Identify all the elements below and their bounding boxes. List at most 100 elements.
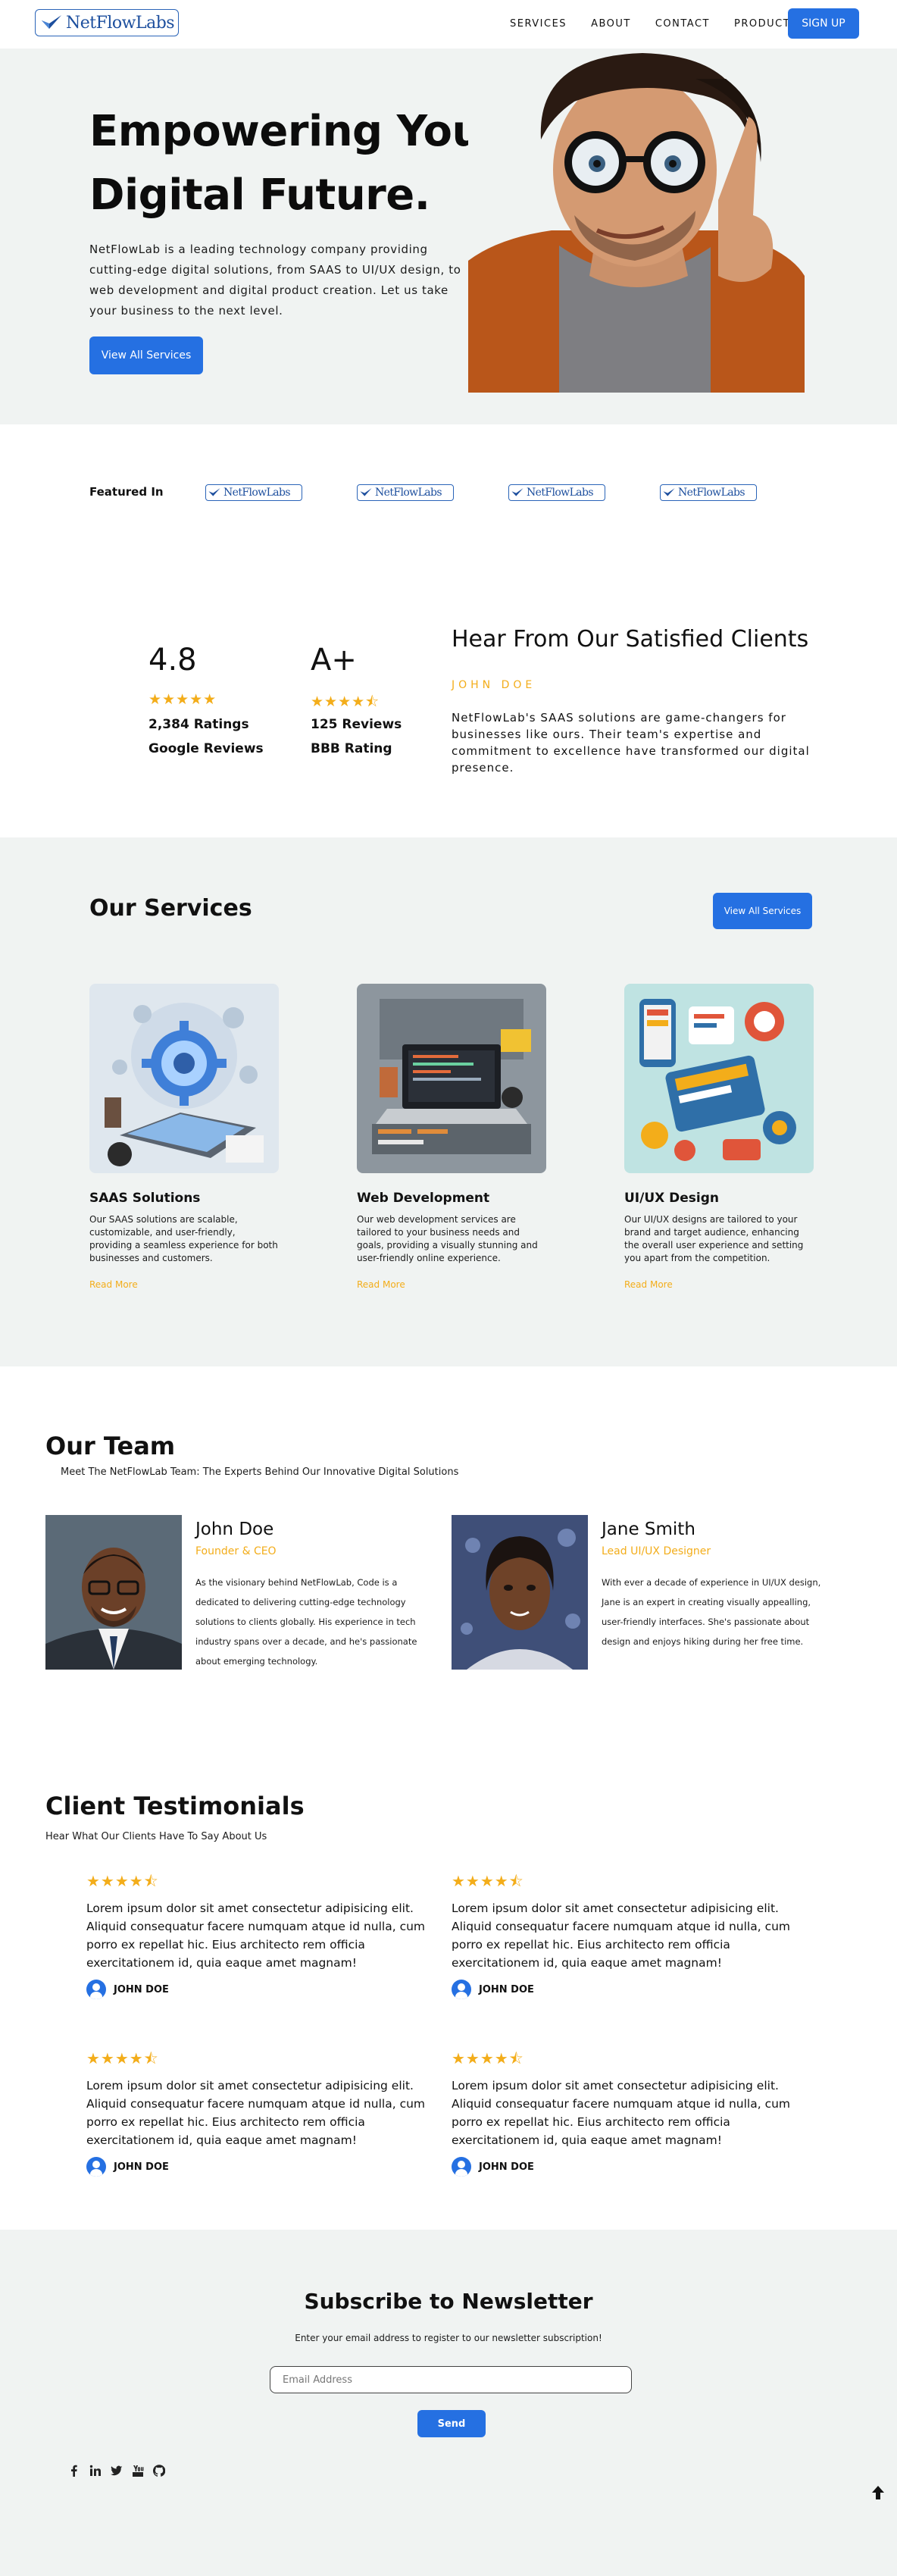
service-title: UI/UX Design bbox=[624, 1191, 720, 1206]
brand-logo[interactable]: NetFlowLabs bbox=[35, 9, 179, 36]
rating-count: 2,384 Ratings bbox=[148, 717, 249, 732]
hero-description: NetFlowLab is a leading technology compa… bbox=[89, 243, 461, 318]
services-section: Our Services View All Services SAAS Solu… bbox=[0, 837, 897, 1366]
featured-logo: NetFlowLabs bbox=[357, 484, 454, 501]
avatar-icon bbox=[452, 1980, 471, 1999]
hero-portrait-image bbox=[468, 49, 805, 393]
star-rating-icon: ★★★★⯪ bbox=[452, 2049, 524, 2067]
clients-heading: Hear From Our Satisfied Clients bbox=[452, 626, 809, 653]
web-development-illustration bbox=[357, 984, 546, 1173]
send-button[interactable]: Send bbox=[417, 2410, 486, 2437]
avatar-icon bbox=[452, 2157, 471, 2177]
testimonials-subheading: Hear What Our Clients Have To Say About … bbox=[45, 1831, 267, 1842]
logo-check-icon bbox=[360, 488, 372, 496]
google-rating-box: 4.8 ★★★★★ 2,384 Ratings Google Reviews bbox=[148, 643, 264, 756]
testimonial-text: Lorem ipsum dolor sit amet consectetur a… bbox=[452, 2079, 791, 2147]
social-links bbox=[68, 2465, 165, 2477]
star-rating-icon: ★★★★⯪ bbox=[311, 693, 380, 710]
rating-source: Google Reviews bbox=[148, 741, 264, 756]
featured-logo-text: NetFlowLabs bbox=[678, 487, 745, 499]
uiux-design-illustration bbox=[624, 984, 814, 1173]
avatar-icon bbox=[86, 1980, 106, 1999]
saas-illustration bbox=[89, 984, 279, 1173]
testimonials-heading: Client Testimonials bbox=[45, 1792, 305, 1820]
team-member-bio: As the visionary behind NetFlowLab, Code… bbox=[195, 1577, 417, 1667]
main-menu: SERVICES ABOUT CONTACT PRODUCTS bbox=[510, 18, 822, 30]
author-name: JOHN DOE bbox=[479, 2161, 534, 2173]
logo-check-icon bbox=[208, 488, 220, 496]
star-rating-icon: ★★★★⯪ bbox=[86, 2049, 159, 2067]
testimonial-author: JOHN DOE bbox=[86, 1980, 169, 1999]
read-more-link[interactable]: Read More bbox=[89, 1279, 138, 1290]
testimonial-text: Lorem ipsum dolor sit amet consectetur a… bbox=[86, 1901, 426, 1970]
featured-in-section: Featured In NetFlowLabs NetFlowLabs NetF… bbox=[0, 424, 897, 576]
github-icon[interactable] bbox=[153, 2465, 165, 2477]
testimonial-text: Lorem ipsum dolor sit amet consectetur a… bbox=[452, 1901, 791, 1970]
quote-author: JOHN DOE bbox=[452, 679, 536, 691]
testimonial-text: Lorem ipsum dolor sit amet consectetur a… bbox=[86, 2079, 426, 2147]
logo-check-icon bbox=[663, 488, 675, 496]
featured-logo: NetFlowLabs bbox=[205, 484, 302, 501]
email-field[interactable] bbox=[270, 2366, 632, 2393]
star-rating-icon: ★★★★⯪ bbox=[452, 1872, 524, 1890]
hero-title-line-2: Digital Future. bbox=[89, 171, 430, 220]
testimonials-section: Client Testimonials Hear What Our Client… bbox=[0, 1758, 897, 2230]
testimonial-author: JOHN DOE bbox=[452, 1980, 534, 1999]
bbb-rating-box: A+ ★★★★⯪ 125 Reviews BBB Rating bbox=[311, 643, 402, 756]
service-card-web-development: Web Development Our web development serv… bbox=[357, 984, 546, 1290]
hero-view-services-button[interactable]: View All Services bbox=[89, 336, 203, 374]
rating-count: 125 Reviews bbox=[311, 717, 402, 732]
featured-logo: NetFlowLabs bbox=[508, 484, 605, 501]
team-member-bio: With ever a decade of experience in UI/U… bbox=[602, 1577, 821, 1647]
rating-source: BBB Rating bbox=[311, 741, 392, 756]
hero-section: Empowering Your Digital Future. NetFlowL… bbox=[0, 49, 897, 424]
avatar-icon bbox=[86, 2157, 106, 2177]
rating-score: 4.8 bbox=[148, 643, 197, 678]
author-name: JOHN DOE bbox=[479, 1983, 534, 1995]
featured-logo-text: NetFlowLabs bbox=[375, 487, 442, 499]
read-more-link[interactable]: Read More bbox=[357, 1279, 405, 1290]
service-description: Our SAAS solutions are scalable, customi… bbox=[89, 1214, 278, 1263]
signup-button[interactable]: SIGN UP bbox=[788, 8, 859, 39]
facebook-icon[interactable] bbox=[68, 2465, 80, 2477]
star-rating-icon: ★★★★★ bbox=[148, 691, 217, 708]
featured-logo: NetFlowLabs bbox=[660, 484, 757, 501]
service-card-saas: SAAS Solutions Our SAAS solutions are sc… bbox=[89, 984, 279, 1290]
youtube-icon[interactable] bbox=[132, 2465, 144, 2477]
team-member-role: Lead UI/UX Designer bbox=[602, 1545, 711, 1557]
top-nav: NetFlowLabs SERVICES ABOUT CONTACT PRODU… bbox=[0, 0, 897, 49]
services-heading: Our Services bbox=[89, 895, 252, 922]
author-name: JOHN DOE bbox=[114, 1983, 169, 1995]
team-member-photo bbox=[452, 1515, 588, 1670]
team-section: Our Team Meet The NetFlowLab Team: The E… bbox=[0, 1366, 897, 1758]
read-more-link[interactable]: Read More bbox=[624, 1279, 673, 1290]
team-member-name: John Doe bbox=[195, 1520, 274, 1539]
testimonial-author: JOHN DOE bbox=[452, 2157, 534, 2177]
twitter-icon[interactable] bbox=[111, 2465, 123, 2477]
featured-in-label: Featured In bbox=[89, 485, 164, 499]
view-all-services-button[interactable]: View All Services bbox=[713, 893, 812, 929]
newsletter-section: Subscribe to Newsletter Enter your email… bbox=[0, 2230, 897, 2576]
nav-link-contact[interactable]: CONTACT bbox=[655, 18, 710, 30]
team-member-photo bbox=[45, 1515, 182, 1670]
testimonial-author: JOHN DOE bbox=[86, 2157, 169, 2177]
author-name: JOHN DOE bbox=[114, 2161, 169, 2173]
team-member-name: Jane Smith bbox=[602, 1520, 695, 1539]
scroll-to-top-arrow-icon[interactable] bbox=[870, 2484, 886, 2501]
service-title: Web Development bbox=[357, 1191, 490, 1206]
logo-check-icon bbox=[42, 15, 61, 29]
featured-logo-text: NetFlowLabs bbox=[223, 487, 291, 499]
nav-link-about[interactable]: ABOUT bbox=[591, 18, 631, 30]
rating-score: A+ bbox=[311, 643, 357, 678]
hero-title: Empowering Your Digital Future. bbox=[89, 100, 514, 227]
team-heading: Our Team bbox=[45, 1432, 176, 1460]
star-rating-icon: ★★★★⯪ bbox=[86, 1872, 159, 1890]
service-description: Our UI/UX designs are tailored to your b… bbox=[624, 1214, 804, 1263]
hero-title-line-1: Empowering Your bbox=[89, 107, 503, 156]
service-description: Our web development services are tailore… bbox=[357, 1214, 538, 1263]
service-card-uiux-design: UI/UX Design Our UI/UX designs are tailo… bbox=[624, 984, 814, 1290]
ratings-section: 4.8 ★★★★★ 2,384 Ratings Google Reviews A… bbox=[0, 576, 897, 837]
service-title: SAAS Solutions bbox=[89, 1191, 201, 1206]
nav-link-services[interactable]: SERVICES bbox=[510, 18, 567, 30]
linkedin-icon[interactable] bbox=[89, 2465, 102, 2477]
